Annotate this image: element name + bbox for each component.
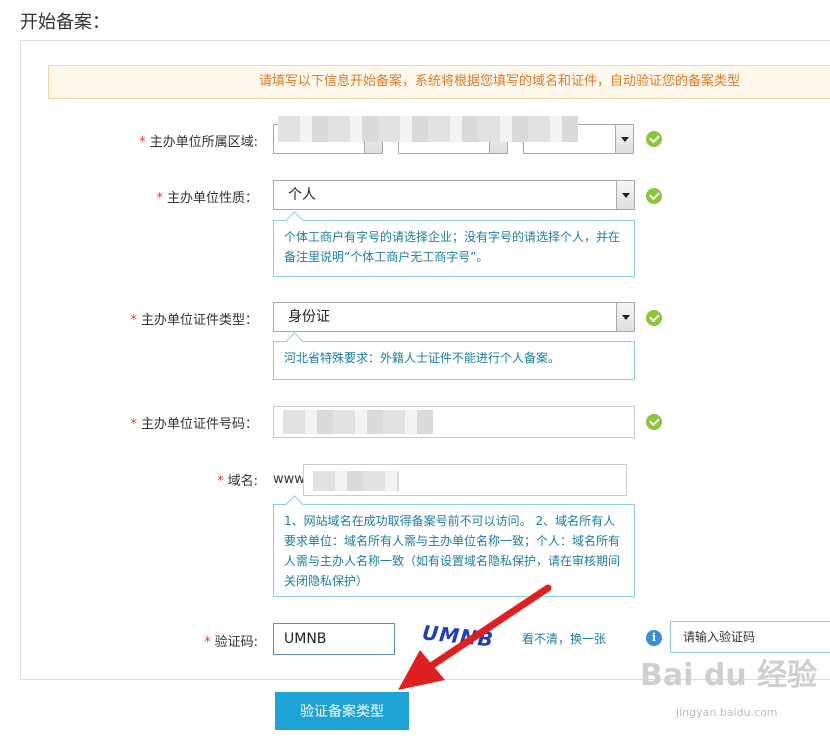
captcha-label: * 验证码: xyxy=(204,635,258,650)
nature-tip: 个体工商户有字号的请选择企业；没有字号的请选择个人，并在备注里说明“个体工商户无… xyxy=(273,220,635,277)
page-title: 开始备案： xyxy=(20,12,110,33)
required-mark: * xyxy=(139,135,146,150)
info-icon: i xyxy=(646,630,662,646)
check-icon xyxy=(646,310,662,326)
nature-value: 个人 xyxy=(288,187,316,203)
domain-label: * 域名: xyxy=(217,474,258,489)
notice-banner: 请填写以下信息开始备案，系统将根据您填写的域名和证件，自动验证您的备案类型 xyxy=(48,65,830,99)
chevron-down-icon xyxy=(616,181,634,209)
captcha-refresh-link[interactable]: 看不清，换一张 xyxy=(522,630,606,647)
nature-select[interactable]: 个人 xyxy=(273,180,635,210)
check-icon xyxy=(646,188,662,204)
cert-number-label: * 主办单位证件号码： xyxy=(130,417,258,432)
verify-record-type-button[interactable]: 验证备案类型 xyxy=(275,692,409,730)
check-icon xyxy=(646,131,662,147)
cert-type-label: * 主办单位证件类型： xyxy=(130,313,258,328)
captcha-hint: 请输入验证码 xyxy=(670,621,830,653)
watermark-url: jingyan.baidu.com xyxy=(676,706,778,719)
captcha-input[interactable]: UMNB xyxy=(273,623,395,655)
domain-tip: 1、网站域名在成功取得备案号前不可以访问。 2、域名所有人要求单位：域名所有人需… xyxy=(273,504,635,597)
baidu-jingyan-watermark: Bai du 经验 xyxy=(640,658,818,693)
chevron-down-icon xyxy=(615,125,633,153)
cert-type-value: 身份证 xyxy=(288,309,330,325)
chevron-down-icon xyxy=(616,303,634,331)
region-label: * 主办单位所属区域: xyxy=(139,135,258,150)
redacted-region xyxy=(278,116,578,142)
redacted-domain xyxy=(313,471,399,491)
nature-label: * 主办单位性质： xyxy=(156,191,258,206)
cert-type-select[interactable]: 身份证 xyxy=(273,302,635,332)
redacted-cert-number xyxy=(283,410,433,434)
cert-type-tip: 河北省特殊要求：外籍人士证件不能进行个人备案。 xyxy=(273,341,635,380)
check-icon xyxy=(646,414,662,430)
